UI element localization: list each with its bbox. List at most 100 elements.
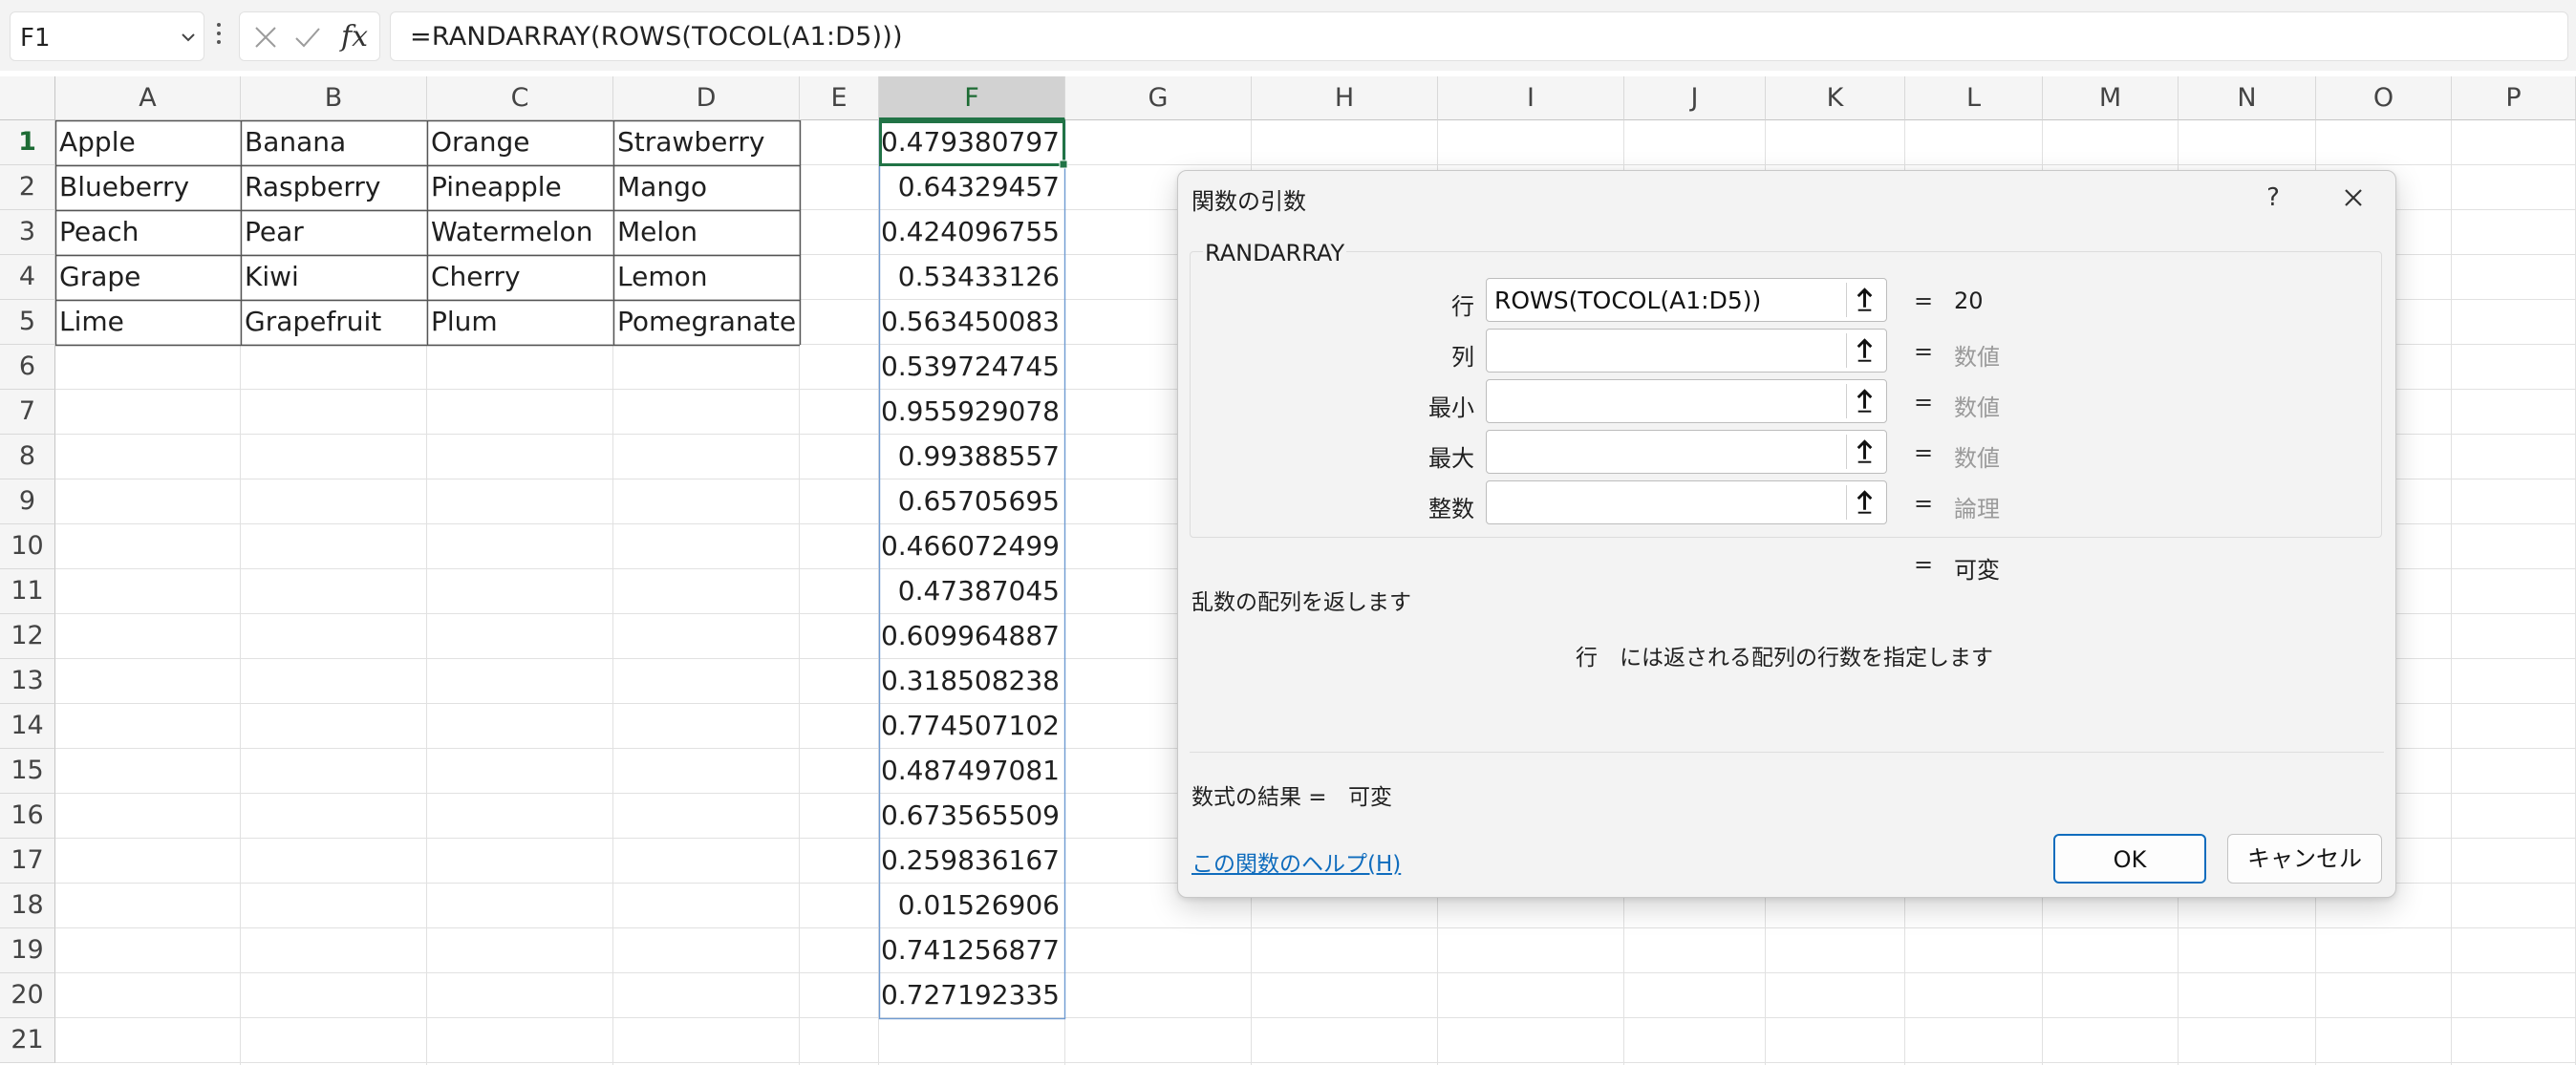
cell-f11[interactable]: 0.47387045 [879,569,1065,614]
function-help-link[interactable]: この関数のヘルプ(H) [1191,845,1401,878]
cell-f1[interactable]: 0.479380797 [879,120,1065,165]
collapse-dialog-arrow-icon[interactable] [1846,435,1882,469]
row-header-11[interactable]: 11 [0,569,55,614]
column-header-b[interactable]: B [241,76,427,120]
cell-c2[interactable]: Pineapple [427,165,613,210]
insert-function-icon[interactable]: fx [341,20,368,53]
row-header-8[interactable]: 8 [0,435,55,479]
arg-input[interactable] [1486,329,1887,373]
cell-a2[interactable]: Blueberry [55,165,241,210]
cell-a5[interactable]: Lime [55,300,241,345]
row-header-12[interactable]: 12 [0,614,55,659]
row-header-14[interactable]: 14 [0,704,55,749]
cell-c3[interactable]: Watermelon [427,210,613,255]
column-header-l[interactable]: L [1905,76,2043,120]
column-header-j[interactable]: J [1624,76,1766,120]
cell-d5[interactable]: Pomegranate [613,300,800,345]
cell-f16[interactable]: 0.673565509 [879,794,1065,839]
cell-d4[interactable]: Lemon [613,255,800,300]
row-header-6[interactable]: 6 [0,345,55,390]
column-header-e[interactable]: E [800,76,879,120]
row-header-16[interactable]: 16 [0,794,55,839]
column-header-d[interactable]: D [613,76,800,120]
formula-input[interactable]: =RANDARRAY(ROWS(TOCOL(A1:D5))) [390,11,2568,61]
row-header-9[interactable]: 9 [0,479,55,524]
cell-c1[interactable]: Orange [427,120,613,165]
cell-c4[interactable]: Cherry [427,255,613,300]
select-all-corner[interactable] [0,76,55,120]
column-header-f[interactable]: F [879,76,1065,120]
row-header-3[interactable]: 3 [0,210,55,255]
cell-f12[interactable]: 0.609964887 [879,614,1065,659]
column-header-a[interactable]: A [55,76,241,120]
cell-f13[interactable]: 0.318508238 [879,659,1065,704]
cell-a3[interactable]: Peach [55,210,241,255]
arg-input[interactable] [1486,379,1887,423]
close-icon[interactable] [2334,179,2372,217]
arg-input[interactable] [1486,430,1887,474]
arg-input[interactable] [1486,480,1887,524]
cell-a1[interactable]: Apple [55,120,241,165]
collapse-dialog-arrow-icon[interactable] [1846,384,1882,418]
cell-b4[interactable]: Kiwi [241,255,427,300]
column-header-g[interactable]: G [1065,76,1252,120]
cell-b3[interactable]: Pear [241,210,427,255]
cell-f9[interactable]: 0.65705695 [879,479,1065,524]
column-header-h[interactable]: H [1252,76,1438,120]
row-header-17[interactable]: 17 [0,839,55,884]
cell-f7[interactable]: 0.955929078 [879,390,1065,435]
cell-a4[interactable]: Grape [55,255,241,300]
column-header-i[interactable]: I [1438,76,1624,120]
row-header-19[interactable]: 19 [0,928,55,973]
cell-b5[interactable]: Grapefruit [241,300,427,345]
row-header-21[interactable]: 21 [0,1018,55,1063]
cell-d2[interactable]: Mango [613,165,800,210]
column-header-n[interactable]: N [2179,76,2316,120]
cell-f20[interactable]: 0.727192335 [879,973,1065,1018]
cell-b2[interactable]: Raspberry [241,165,427,210]
row-header-4[interactable]: 4 [0,255,55,300]
cell-f18[interactable]: 0.01526906 [879,884,1065,928]
cancel-button[interactable]: キャンセル [2227,834,2382,884]
collapse-dialog-arrow-icon[interactable] [1846,485,1882,520]
cell-f19[interactable]: 0.741256877 [879,928,1065,973]
cell-f2[interactable]: 0.64329457 [879,165,1065,210]
column-header-k[interactable]: K [1766,76,1905,120]
row-header-15[interactable]: 15 [0,749,55,794]
cell-f15[interactable]: 0.487497081 [879,749,1065,794]
cell-d1[interactable]: Strawberry [613,120,800,165]
help-question-button[interactable]: ? [2254,179,2292,217]
collapse-dialog-arrow-icon[interactable] [1846,333,1882,368]
cell-c5[interactable]: Plum [427,300,613,345]
cell-f3[interactable]: 0.424096755 [879,210,1065,255]
collapse-dialog-arrow-icon[interactable] [1846,283,1882,317]
cell-b1[interactable]: Banana [241,120,427,165]
chevron-down-icon[interactable] [181,30,196,45]
column-header-o[interactable]: O [2316,76,2452,120]
name-box[interactable]: F1 [10,11,204,61]
row-header-2[interactable]: 2 [0,165,55,210]
cell-f17[interactable]: 0.259836167 [879,839,1065,884]
column-header-m[interactable]: M [2043,76,2179,120]
cancel-entry-icon[interactable] [251,24,280,51]
column-header-c[interactable]: C [427,76,613,120]
row-header-1[interactable]: 1 [0,120,55,165]
row-header-13[interactable]: 13 [0,659,55,704]
ok-button[interactable]: OK [2053,834,2206,884]
cell-d3[interactable]: Melon [613,210,800,255]
row-header-20[interactable]: 20 [0,973,55,1018]
more-options-icon[interactable] [216,23,222,48]
row-header-10[interactable]: 10 [0,524,55,569]
cell-f8[interactable]: 0.99388557 [879,435,1065,479]
column-header-p[interactable]: P [2452,76,2576,120]
row-header-5[interactable]: 5 [0,300,55,345]
cell-f6[interactable]: 0.539724745 [879,345,1065,390]
confirm-entry-icon[interactable] [293,24,322,51]
cell-f14[interactable]: 0.774507102 [879,704,1065,749]
row-header-18[interactable]: 18 [0,884,55,928]
arg-input[interactable]: ROWS(TOCOL(A1:D5)) [1486,278,1887,322]
cell-f10[interactable]: 0.466072499 [879,524,1065,569]
cell-f5[interactable]: 0.563450083 [879,300,1065,345]
cell-f4[interactable]: 0.53433126 [879,255,1065,300]
row-header-7[interactable]: 7 [0,390,55,435]
